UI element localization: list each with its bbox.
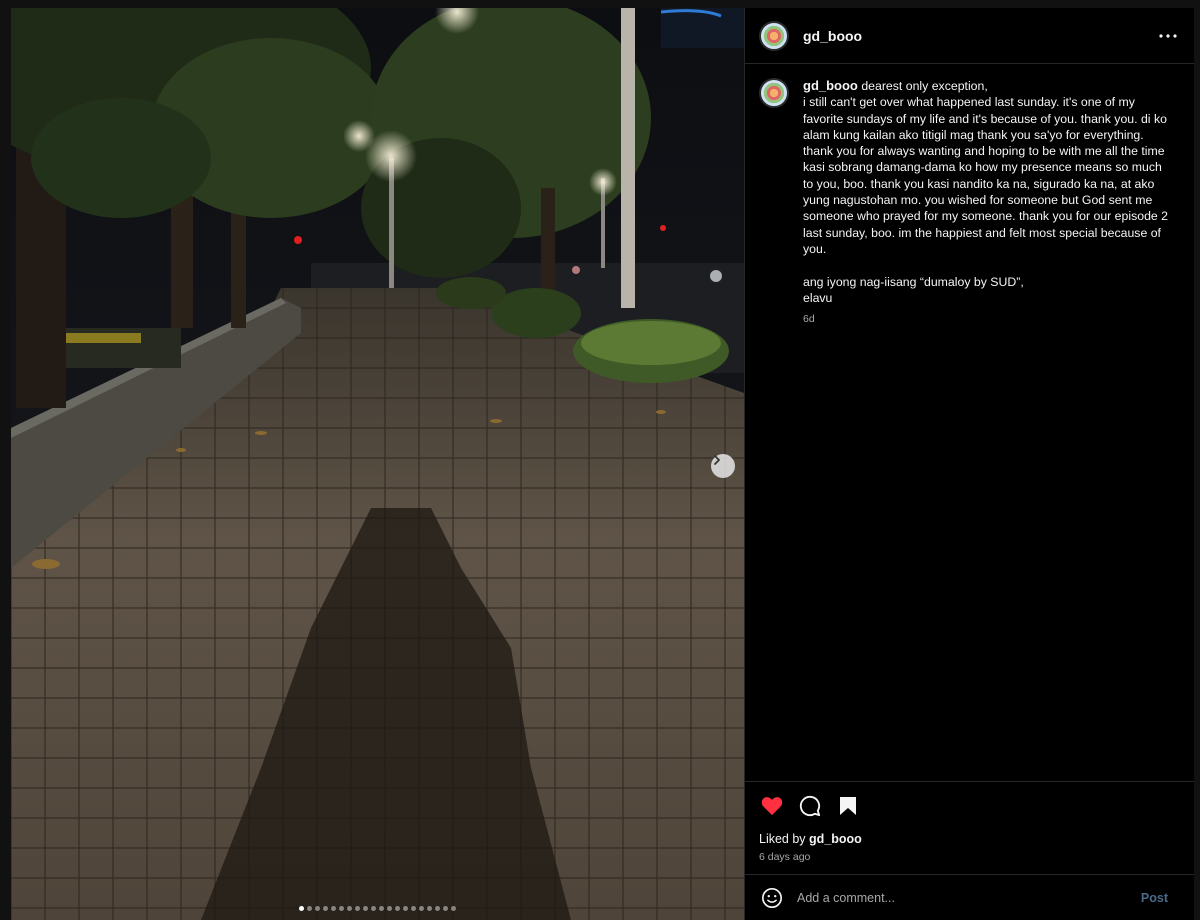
caption-line-5: elavu: [803, 290, 833, 305]
action-bar: [745, 781, 1194, 829]
chevron-right-icon: [714, 455, 720, 465]
carousel-dot: [387, 905, 392, 911]
post-header: gd_booo: [745, 8, 1194, 64]
carousel-dot: [435, 905, 440, 911]
caption-username[interactable]: gd_booo: [803, 78, 858, 93]
carousel-dot: [419, 905, 424, 911]
avatar[interactable]: [759, 20, 789, 51]
carousel-dot: [307, 905, 312, 911]
caption-avatar[interactable]: [759, 78, 789, 108]
carousel-dot: [315, 905, 320, 911]
caption-timestamp[interactable]: 6d: [803, 313, 1173, 325]
carousel-dot: [443, 905, 448, 911]
carousel-dot: [371, 905, 376, 911]
bookmark-icon: [840, 796, 856, 815]
carousel-dot: [355, 905, 360, 911]
carousel-dot: [347, 905, 352, 911]
comment-bar: Post: [745, 874, 1194, 920]
emoji-icon: [762, 887, 782, 908]
header-username[interactable]: gd_booo: [803, 28, 862, 44]
post-photo: [11, 8, 744, 920]
post-details-panel: gd_booo gd_booo dearest only exception, …: [744, 8, 1194, 920]
post-comment-button[interactable]: Post: [1141, 891, 1168, 905]
carousel-dot: [379, 905, 384, 911]
comment-icon: [799, 795, 821, 816]
more-options-button[interactable]: [1156, 24, 1180, 48]
carousel-dot: [331, 905, 336, 911]
carousel-dot: [323, 905, 328, 911]
comment-button[interactable]: [797, 793, 823, 819]
carousel-dot: [299, 905, 304, 911]
carousel-indicator: [11, 904, 744, 912]
post-date[interactable]: 6 days ago: [759, 851, 810, 863]
caption-line-4: ang iyong nag-iisang “dumaloy by SUD”,: [803, 274, 1024, 289]
heart-icon: [761, 796, 783, 815]
caption-body: gd_booo dearest only exception, i still …: [803, 78, 1173, 325]
like-button[interactable]: [759, 793, 785, 819]
carousel-dot: [411, 905, 416, 911]
carousel-dot: [339, 905, 344, 911]
caption-text: gd_booo dearest only exception, i still …: [803, 78, 1173, 306]
caption: gd_booo dearest only exception, i still …: [745, 64, 1194, 325]
caption-line-2: i still can't get over what happened las…: [803, 95, 1172, 256]
likes-summary: Liked by gd_booo: [759, 832, 862, 846]
caption-line-1: dearest only exception,: [861, 79, 988, 93]
carousel-dot: [451, 905, 456, 911]
carousel-dot: [403, 905, 408, 911]
next-slide-button[interactable]: [711, 454, 735, 478]
comment-input[interactable]: [797, 890, 1141, 905]
carousel-dot: [363, 905, 368, 911]
emoji-button[interactable]: [759, 885, 785, 911]
liked-by-label: Liked by: [759, 832, 806, 846]
carousel-dot: [395, 905, 400, 911]
liked-by-username[interactable]: gd_booo: [809, 832, 862, 846]
post-media: [11, 8, 744, 920]
carousel-dot: [427, 905, 432, 911]
more-horizontal-icon: [1159, 33, 1177, 38]
save-button[interactable]: [835, 793, 861, 819]
